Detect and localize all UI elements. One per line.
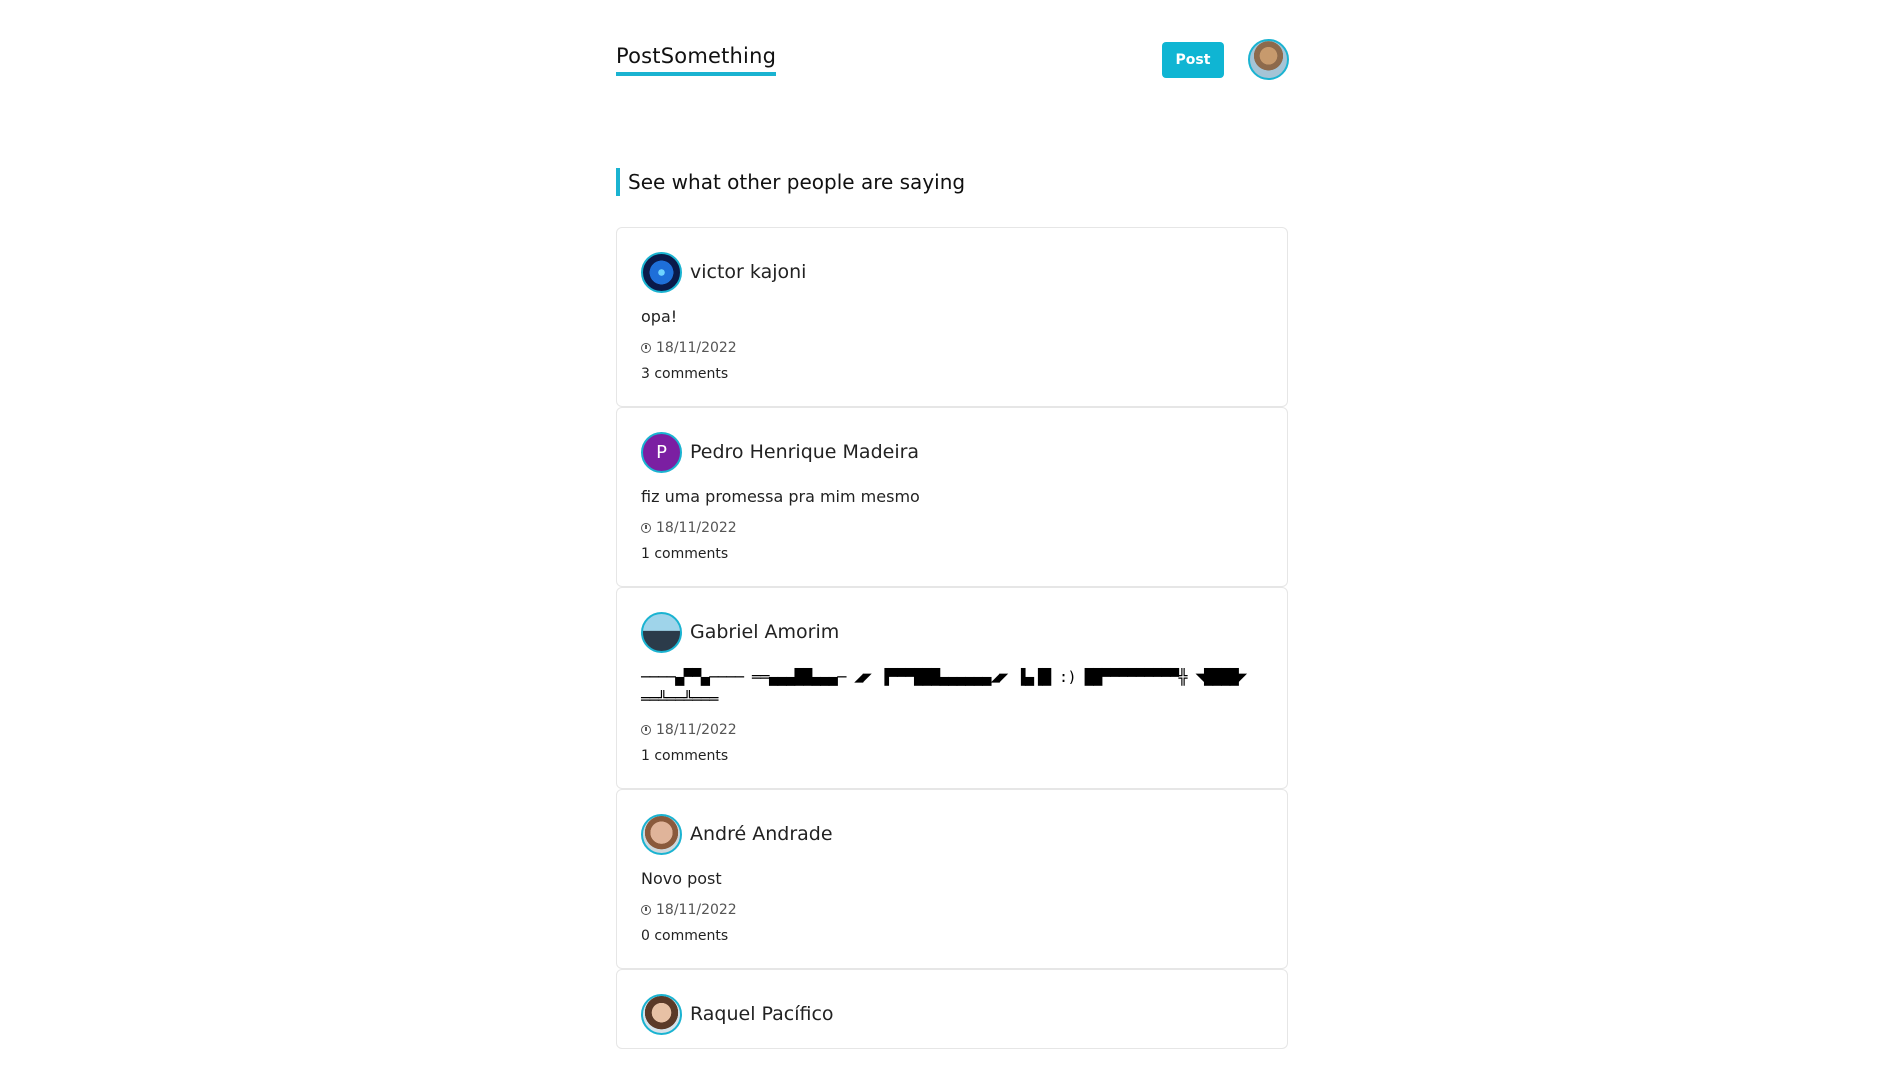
comments-link[interactable]: 1 comments	[641, 546, 1263, 586]
clock-icon	[641, 343, 651, 353]
avatar-initial: P	[656, 441, 667, 463]
post-date-text: 18/11/2022	[656, 340, 737, 356]
post-card[interactable]: P Pedro Henrique Madeira fiz uma promess…	[616, 407, 1288, 587]
header: PostSomething Post	[616, 0, 1289, 120]
post-header: P Pedro Henrique Madeira	[641, 431, 1263, 473]
author-avatar[interactable]: P	[641, 431, 682, 473]
post-header: Raquel Pacífico	[641, 993, 1263, 1035]
comments-link[interactable]: 3 comments	[641, 366, 1263, 406]
post-card[interactable]: Gabriel Amorim ────▄▀▀▄──── ══▄▄▄██▄▄▄─ …	[616, 587, 1288, 789]
post-header: Gabriel Amorim	[641, 611, 1263, 653]
post-card[interactable]: André Andrade Novo post 18/11/2022 0 com…	[616, 789, 1288, 969]
author-avatar[interactable]	[641, 251, 682, 293]
post-button[interactable]: Post	[1162, 42, 1224, 78]
post-header: victor kajoni	[641, 251, 1263, 293]
page: PostSomething Post See what other people…	[0, 0, 1904, 1080]
post-date: 18/11/2022	[641, 722, 1263, 738]
post-date-text: 18/11/2022	[656, 520, 737, 536]
post-date: 18/11/2022	[641, 340, 1263, 356]
clock-icon	[641, 523, 651, 533]
comments-link[interactable]: 0 comments	[641, 928, 1263, 968]
author-name[interactable]: victor kajoni	[690, 261, 806, 283]
post-date: 18/11/2022	[641, 520, 1263, 536]
post-content: opa!	[641, 307, 678, 326]
clock-icon	[641, 905, 651, 915]
post-date-text: 18/11/2022	[656, 722, 737, 738]
author-name[interactable]: André Andrade	[690, 823, 833, 845]
section-title: See what other people are saying	[616, 168, 965, 196]
post-date: 18/11/2022	[641, 902, 1263, 918]
post-card[interactable]: victor kajoni opa! 18/11/2022 3 comments	[616, 227, 1288, 407]
post-card[interactable]: Raquel Pacífico	[616, 969, 1288, 1049]
author-avatar[interactable]	[641, 993, 682, 1035]
author-avatar[interactable]	[641, 611, 682, 653]
author-name[interactable]: Raquel Pacífico	[690, 1003, 834, 1025]
post-content: Novo post	[641, 869, 722, 888]
author-avatar[interactable]	[641, 813, 682, 855]
brand-logo[interactable]: PostSomething	[616, 44, 777, 76]
clock-icon	[641, 725, 651, 735]
comments-link[interactable]: 1 comments	[641, 748, 1263, 788]
author-name[interactable]: Pedro Henrique Madeira	[690, 441, 919, 463]
post-content: fiz uma promessa pra mim mesmo	[641, 487, 920, 506]
post-content: ────▄▀▀▄──── ══▄▄▄██▄▄▄─ ◢◤ ▐▀▀▀███▄▄▄▄▄…	[641, 668, 1247, 708]
author-name[interactable]: Gabriel Amorim	[690, 621, 839, 643]
user-avatar[interactable]	[1248, 39, 1289, 80]
post-header: André Andrade	[641, 813, 1263, 855]
post-date-text: 18/11/2022	[656, 902, 737, 918]
post-feed: victor kajoni opa! 18/11/2022 3 comments…	[616, 227, 1288, 1049]
main-container: PostSomething Post See what other people…	[616, 0, 1289, 1049]
